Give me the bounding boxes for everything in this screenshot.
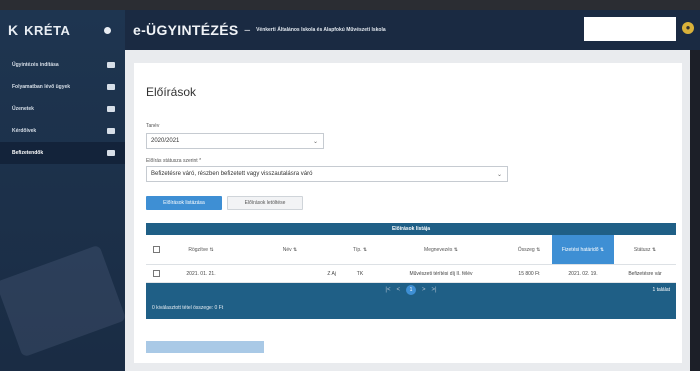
sidebar-item-label: Befizetendők (12, 150, 44, 156)
title-separator: – (244, 24, 251, 36)
selection-summary: 0 kiválasztott tétel összege: 0 Ft (146, 297, 676, 319)
sidebar: K KRÉTA Ügyintézés indítása Folyamatban … (0, 10, 127, 371)
col-statusz[interactable]: Státusz ⇅ (614, 235, 676, 264)
person-icon (107, 150, 115, 156)
logo[interactable]: K KRÉTA (0, 10, 125, 50)
row-checkbox[interactable] (152, 270, 160, 277)
col-tip[interactable]: Típ. ⇅ (344, 235, 376, 264)
background-glare (0, 244, 127, 358)
app-title: e-ÜGYINTÉZÉS (133, 22, 239, 38)
list-button[interactable]: Előírások listázása (146, 196, 222, 210)
tanev-value: 2020/2021 (151, 138, 180, 144)
table-header: Rögzítve ⇅ Név ⇅ Típ. ⇅ Megnevezés ⇅ Öss… (146, 235, 676, 265)
select-all-cell (146, 235, 166, 264)
select-all-checkbox[interactable] (152, 246, 160, 253)
cell-rogzitve: 2021. 01. 21. (186, 270, 216, 277)
logo-text: KRÉTA (24, 22, 71, 38)
row-select-cell (146, 265, 166, 282)
status-filter-label: Előírás státusza szerint * (146, 158, 202, 164)
prev-page-button[interactable]: < (396, 287, 400, 293)
main-content: Előírások Tanév 2020/2021 ⌄ Előírás stát… (125, 50, 690, 371)
sidebar-item-ugyintezes-inditasa[interactable]: Ügyintézés indítása (0, 54, 125, 76)
sidebar-item-label: Ügyintézés indítása (12, 62, 59, 68)
edit-icon (107, 62, 115, 68)
cell-megnevezes: Művészeti térítési díj II. félév (409, 270, 473, 277)
sidebar-item-label: Folyamatban lévő ügyek (12, 84, 71, 90)
col-osszeg[interactable]: Összeg ⇅ (506, 235, 552, 264)
tanev-label: Tanév (146, 123, 160, 129)
chevron-down-icon: ⌄ (312, 139, 318, 145)
cell-statusz: Befizetésre vár (628, 270, 662, 277)
menu-toggle-icon[interactable] (104, 26, 111, 34)
sidebar-item-folyamatban[interactable]: Folyamatban lévő ügyek (0, 76, 125, 98)
tanev-select[interactable]: 2020/2021 ⌄ (146, 133, 324, 149)
col-megnevezes[interactable]: Megnevezés ⇅ (376, 235, 506, 264)
sidebar-item-label: Kérdőívek (12, 128, 37, 134)
header: e-ÜGYINTÉZÉS – Vénkerti Általános Iskola… (125, 10, 700, 50)
sidebar-item-uzenetek[interactable]: Üzenetek (0, 98, 125, 120)
user-avatar-icon[interactable]: ● (682, 22, 694, 34)
school-name: Vénkerti Általános Iskola és Alapfokú Mű… (256, 27, 386, 33)
mail-icon (107, 106, 115, 112)
result-count: 1 találat (652, 287, 670, 293)
download-button[interactable]: Előírások letöltése (227, 196, 303, 210)
pay-button-disabled[interactable] (146, 341, 264, 353)
sidebar-nav: Ügyintézés indítása Folyamatban lévő ügy… (0, 54, 125, 164)
sidebar-item-label: Üzenetek (12, 106, 34, 112)
eloirasok-table: Előírások listája Rögzítve ⇅ Név ⇅ Típ. … (146, 223, 676, 319)
cell-nev: Z Aj (236, 265, 344, 282)
folder-icon (107, 84, 115, 90)
col-fizetesi-hatarido[interactable]: Fizetési határidő ⇅ (552, 235, 614, 264)
list-icon (107, 128, 115, 134)
status-filter-value: Befizetésre váró, részben befizetett vag… (151, 171, 313, 177)
chevron-down-icon: ⌄ (496, 172, 502, 178)
table-title: Előírások listája (146, 223, 676, 235)
screen-top-edge (0, 0, 700, 10)
cell-osszeg: 15 800 Ft (518, 270, 540, 277)
page-title: Előírások (146, 85, 197, 99)
pagination: |< < 1 > >| 1 találat (146, 283, 676, 297)
user-name-redacted[interactable] (584, 17, 676, 41)
first-page-button[interactable]: |< (385, 287, 390, 293)
col-rogzitve[interactable]: Rögzítve ⇅ (166, 235, 236, 264)
sidebar-item-kerdoivek[interactable]: Kérdőívek (0, 120, 125, 142)
current-page[interactable]: 1 (406, 285, 416, 295)
cell-hatarido: 2021. 02. 19. (568, 270, 598, 277)
col-nev[interactable]: Név ⇅ (236, 235, 344, 264)
last-page-button[interactable]: >| (432, 287, 437, 293)
kreta-logo-icon: K (8, 22, 19, 38)
sidebar-item-befizetendok[interactable]: Befizetendők (0, 142, 125, 164)
name-suffix: Z Aj (327, 270, 336, 277)
status-filter-select[interactable]: Befizetésre váró, részben befizetett vag… (146, 166, 508, 182)
next-page-button[interactable]: > (422, 287, 426, 293)
eloirasok-panel: Előírások Tanév 2020/2021 ⌄ Előírás stát… (134, 63, 682, 363)
cell-tip: TK (356, 270, 364, 277)
table-row[interactable]: 2021. 01. 21. Z Aj TK Művészeti térítési… (146, 265, 676, 283)
name-redacted (255, 269, 326, 278)
